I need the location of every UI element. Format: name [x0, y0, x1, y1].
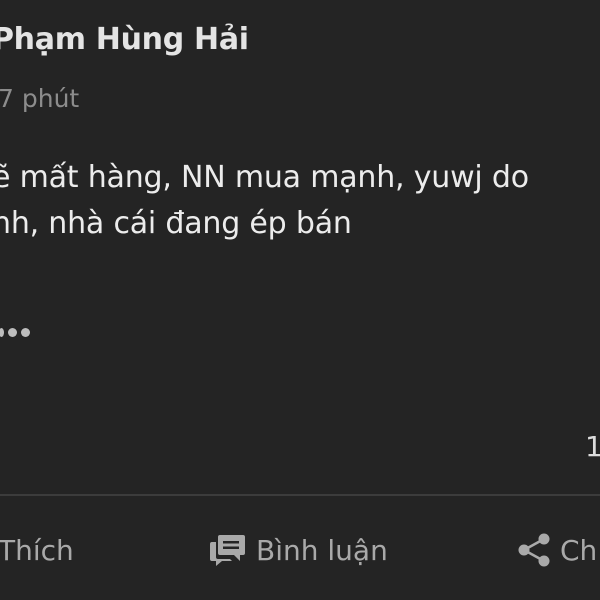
post-text-line-2: nh, nhà cái đang ép bán	[0, 206, 352, 241]
comment-button[interactable]: Bình luận	[210, 530, 388, 570]
share-icon	[516, 532, 552, 568]
post-text-line-1: ẽ mất hàng, NN mua mạnh, yuwj do	[0, 160, 529, 195]
post-card: Phạm Hùng Hải 7 phút ẽ mất hàng, NN mua …	[0, 0, 600, 600]
comment-label: Bình luận	[256, 533, 388, 567]
like-button[interactable]: Thích	[0, 530, 74, 570]
comment-icon	[210, 533, 246, 567]
like-label: Thích	[0, 533, 74, 567]
divider	[0, 494, 600, 496]
post-timestamp[interactable]: 7 phút	[0, 84, 79, 113]
reaction-count[interactable]: 1	[585, 430, 600, 463]
ellipsis-icon[interactable]	[0, 326, 30, 338]
share-label: Ch	[560, 533, 598, 567]
author-name[interactable]: Phạm Hùng Hải	[0, 22, 249, 57]
share-button[interactable]: Ch	[516, 530, 597, 570]
